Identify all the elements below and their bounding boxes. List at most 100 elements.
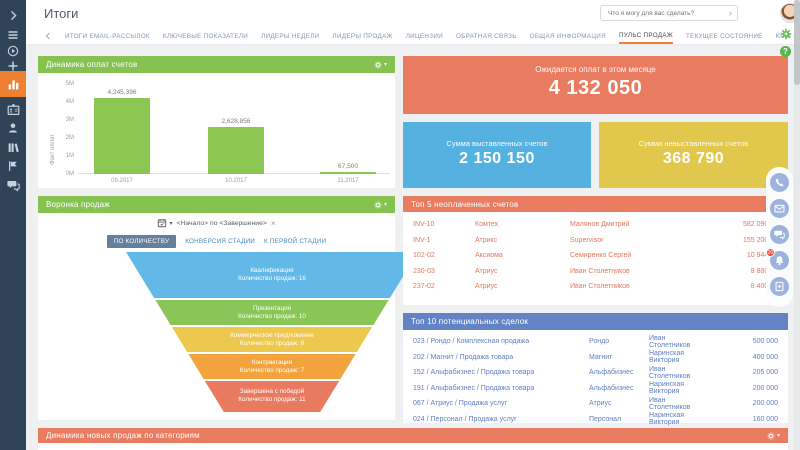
invoiced-sum-value: 2 150 150 xyxy=(403,150,591,168)
tab-general-info[interactable]: ОБЩАЯ ИНФОРМАЦИЯ xyxy=(530,29,606,43)
tab-sales-leaders[interactable]: ЛИДЕРЫ ПРОДАЖ xyxy=(333,29,393,43)
tab-week-leaders[interactable]: ЛИДЕРЫ НЕДЕЛИ xyxy=(261,29,319,43)
table-row[interactable]: 102-02АксиомаСемиренко Сергей10 944,00 xyxy=(403,248,788,264)
payments-chart-header: Динамика оплат счетов ▾ xyxy=(38,56,395,73)
bar-value-label: 2,628,856 xyxy=(222,118,251,125)
calendar-icon xyxy=(157,218,167,228)
table-row[interactable]: 152 / Альфабизнес / Продажа товараАльфаб… xyxy=(403,365,788,381)
table-row[interactable]: 191 / Альфабизнес / Продажа товараАльфаб… xyxy=(403,381,788,397)
funnel-date-filter[interactable]: ▾ <Начало> по <Завершение> × xyxy=(38,218,395,228)
payments-chart: Факт оплат 5M 4M 3M 2M 1M 0M 4,245,396 0… xyxy=(38,73,395,188)
scrollbar-thumb[interactable] xyxy=(794,0,800,85)
funnel-stage-proposal[interactable]: Коммерческое предложение Количество прод… xyxy=(126,327,418,352)
table-row[interactable]: INV-1АтриксSupervisor155 200,00 xyxy=(403,233,788,249)
chart-bar[interactable] xyxy=(94,98,150,174)
payments-chart-title: Динамика оплат счетов xyxy=(46,60,137,69)
funnel-stage-qualification[interactable]: Квалификация Количество продаж: 16 xyxy=(126,252,418,298)
funnel-tab-by-count[interactable]: ПО КОЛИЧЕСТВУ xyxy=(107,235,176,248)
task-doc-icon[interactable] xyxy=(770,277,789,296)
bar-group: 2,628,856 10.2017 xyxy=(208,84,264,188)
sales-funnel-chart: Квалификация Количество продаж: 16 Презе… xyxy=(126,252,418,412)
tab-feedback[interactable]: ОБРАТНАЯ СВЯЗЬ xyxy=(456,29,517,43)
funnel-gear-icon[interactable]: ▾ xyxy=(374,201,387,209)
clear-filter-icon[interactable]: × xyxy=(271,219,276,228)
invoiced-sum-panel: Сумма выставленных счетов 2 150 150 xyxy=(403,122,591,188)
new-sales-title: Динамика новых продаж по категориям xyxy=(46,431,200,440)
top-deals-header: Топ 10 потенциальных сделок xyxy=(403,313,788,330)
y-tick: 1M xyxy=(46,153,74,159)
funnel-tab-stage-conversion[interactable]: КОНВЕРСИЯ СТАДИИ xyxy=(185,238,255,245)
new-sales-widget xyxy=(38,443,788,450)
y-tick: 2M xyxy=(46,135,74,141)
dashboard-tabbar: ИТОГИ EMAIL-РАССЫЛОК КЛЮЧЕВЫЕ ПОКАЗАТЕЛИ… xyxy=(26,28,800,45)
expected-payment-title: Ожидается оплат в этом месяце xyxy=(403,65,788,74)
table-row[interactable]: 230-03АтриусИван Столетников8 880,00 xyxy=(403,264,788,280)
funnel-title: Воронка продаж xyxy=(46,200,110,209)
funnel-tab-to-first-stage[interactable]: К ПЕРВОЙ СТАДИИ xyxy=(264,238,326,245)
invoiced-sum-title: Сумма выставленных счетов xyxy=(403,139,591,148)
table-row[interactable]: 202 / Магнит / Продажа товараМагнитНарин… xyxy=(403,350,788,366)
date-range-text: <Начало> по <Завершение> xyxy=(177,220,267,227)
global-search[interactable]: › xyxy=(600,5,738,21)
vertical-scrollbar[interactable] xyxy=(794,0,800,450)
x-tick: 09.2017 xyxy=(111,174,133,188)
unpaid-invoices-title: Топ 5 неоплаченных счетов xyxy=(411,200,519,209)
x-tick: 11.2017 xyxy=(337,174,358,188)
table-row[interactable]: INV-10КомтехМалянов Дмитрий582 090,00 xyxy=(403,217,788,233)
caret-down-icon: ▾ xyxy=(169,220,172,227)
unpaid-invoices-table: INV-10КомтехМалянов Дмитрий582 090,00 IN… xyxy=(403,212,788,305)
funnel-stage-presentation[interactable]: Презентация Количество продаж: 10 xyxy=(126,300,418,325)
search-input[interactable] xyxy=(601,10,729,17)
table-row[interactable]: 237-02АтриусИван Столетников8 400,00 xyxy=(403,279,788,295)
top-deals-title: Топ 10 потенциальных сделок xyxy=(411,317,528,326)
sidebar-item-feed[interactable] xyxy=(0,174,26,196)
chat-icon[interactable] xyxy=(770,225,789,244)
search-go-icon[interactable]: › xyxy=(729,9,737,18)
payments-chart-gear-icon[interactable]: ▾ xyxy=(374,61,387,69)
table-row[interactable]: 067 / Атриус / Продажа услугАтриусИван С… xyxy=(403,396,788,412)
left-sidebar xyxy=(0,0,26,450)
uninvoiced-sum-title: Сумма невыставленных счетов xyxy=(599,139,788,148)
sidebar-item-dashboards[interactable] xyxy=(0,71,26,97)
y-tick: 4M xyxy=(46,99,74,105)
y-tick: 0M xyxy=(46,171,74,177)
funnel-header: Воронка продаж ▾ xyxy=(38,196,395,213)
expected-payment-panel: Ожидается оплат в этом месяце 4 132 050 xyxy=(403,56,788,114)
table-row[interactable]: 023 / Рондо / Комплексная продажаРондоИв… xyxy=(403,334,788,350)
table-row[interactable]: 024 / Персонал / Продажа услугПерсоналНа… xyxy=(403,412,788,428)
page-title: Итоги xyxy=(44,6,78,21)
tab-licenses[interactable]: ЛИЦЕНЗИИ xyxy=(406,29,443,43)
funnel-stage-closed-won[interactable]: Завершена с победой Количество продаж: 1… xyxy=(126,381,418,412)
unpaid-invoices-header: Топ 5 неоплаченных счетов xyxy=(403,196,788,212)
chart-bar[interactable] xyxy=(208,127,264,174)
tab-email-results[interactable]: ИТОГИ EMAIL-РАССЫЛОК xyxy=(65,29,150,43)
y-tick: 5M xyxy=(46,81,74,87)
phone-icon[interactable] xyxy=(770,173,789,192)
uninvoiced-sum-panel: Сумма невыставленных счетов 368 790 xyxy=(599,122,788,188)
bar-group: 67,500 11.2017 xyxy=(320,84,376,188)
top-deals-table: 023 / Рондо / Комплексная продажаРондоИв… xyxy=(403,330,788,423)
bar-chart-plot: 4,245,396 09.2017 2,628,856 10.2017 67,5… xyxy=(78,84,390,188)
bar-value-label: 4,245,396 xyxy=(108,89,137,96)
expected-payment-value: 4 132 050 xyxy=(403,77,788,100)
notifications-bell-icon[interactable]: 20 xyxy=(770,251,789,270)
y-tick: 3M xyxy=(46,117,74,123)
tab-current-state[interactable]: ТЕКУЩЕЕ СОСТОЯНИЕ xyxy=(686,29,763,43)
bar-group: 4,245,396 09.2017 xyxy=(94,84,150,188)
new-sales-header: Динамика новых продаж по категориям ▾ xyxy=(38,428,788,443)
sidebar-expand-icon[interactable] xyxy=(0,4,26,26)
help-icon[interactable]: ? xyxy=(780,46,791,57)
mail-icon[interactable] xyxy=(770,199,789,218)
bar-value-label: 67,500 xyxy=(338,163,358,170)
x-tick: 10.2017 xyxy=(225,174,247,188)
settings-gear-icon[interactable] xyxy=(780,28,792,40)
uninvoiced-sum-value: 368 790 xyxy=(599,150,788,168)
funnel-stage-contracting[interactable]: Контрактация Количество продаж: 7 xyxy=(126,354,418,379)
tab-sales-pulse[interactable]: ПУЛЬС ПРОДАЖ xyxy=(619,28,673,44)
tabs-scroll-left-icon[interactable] xyxy=(44,32,52,40)
new-sales-gear-icon[interactable]: ▾ xyxy=(767,432,780,440)
notifications-badge: 20 xyxy=(766,248,775,257)
tab-key-indicators[interactable]: КЛЮЧЕВЫЕ ПОКАЗАТЕЛИ xyxy=(163,29,248,43)
communication-rail: 20 xyxy=(766,167,793,307)
funnel-widget: ▾ <Начало> по <Завершение> × ПО КОЛИЧЕСТ… xyxy=(38,213,395,420)
